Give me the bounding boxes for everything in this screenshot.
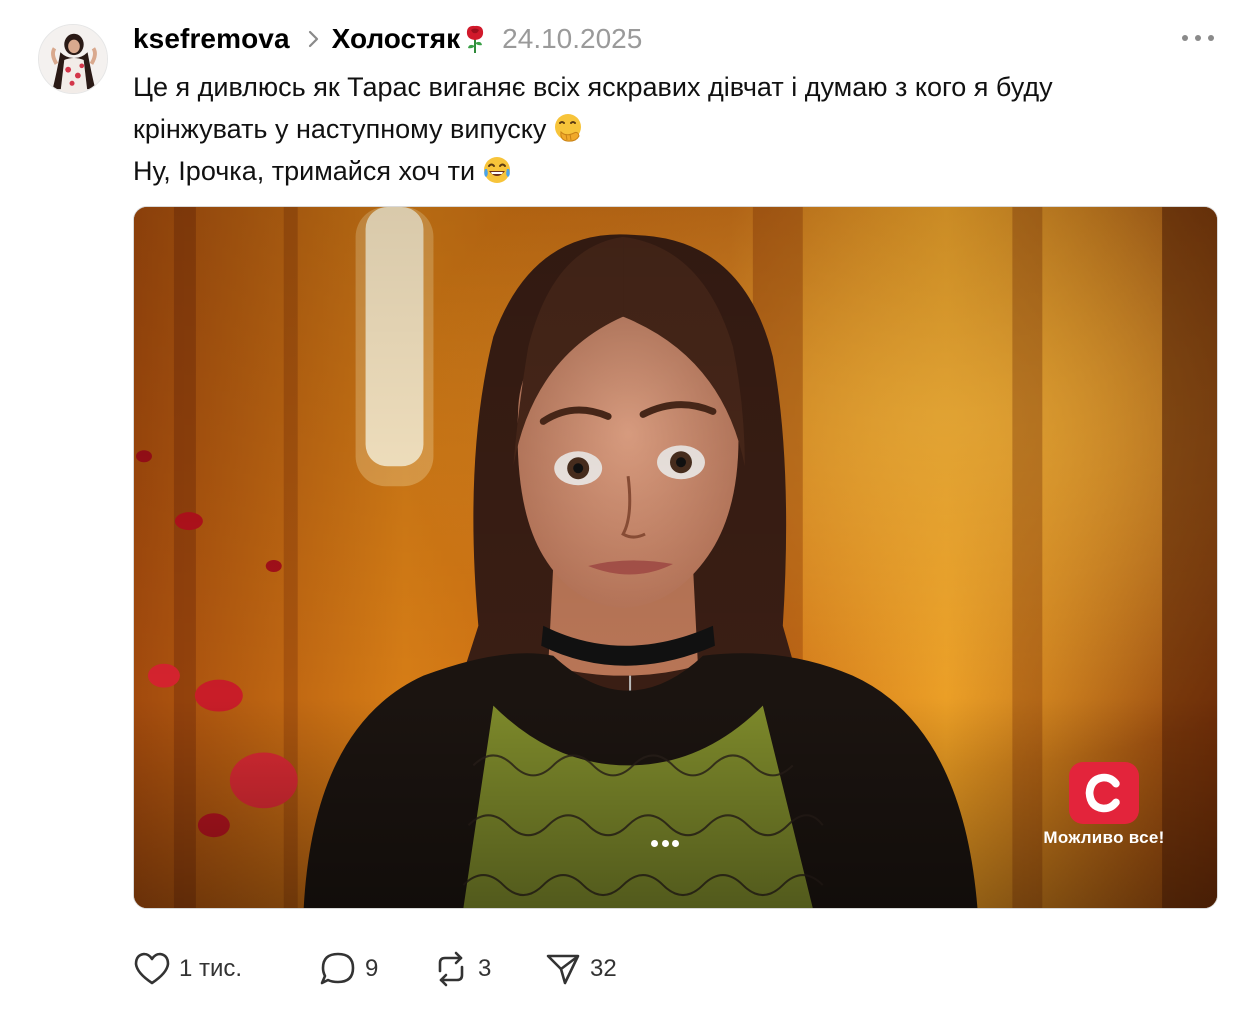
repost-icon — [438, 951, 464, 987]
rose-icon — [462, 24, 488, 54]
media-dot — [651, 839, 658, 847]
post-header: ksefremova Холостяк 24.10.2025 — [133, 20, 642, 58]
post-text-line-1: Це я дивлюсь як Тарас виганяє всіх яскра… — [133, 66, 1213, 108]
media-dot — [661, 839, 669, 847]
comment-icon — [320, 952, 355, 985]
post-actions: 1 тис. 9 3 32 — [133, 948, 617, 990]
send-icon — [546, 954, 580, 985]
share-count: 32 — [590, 955, 617, 982]
repost-button[interactable]: 3 — [432, 951, 544, 987]
watermark-slogan: Можливо все! — [1043, 828, 1165, 847]
text-line: Це я дивлюсь як Тарас виганяє всіх яскра… — [133, 72, 1053, 102]
comment-count: 9 — [365, 955, 379, 982]
chevron-right-icon — [308, 30, 320, 48]
author-username[interactable]: ksefremova — [133, 23, 290, 55]
post-text-line-3: Ну, Ірочка, тримайся хоч ти — [133, 150, 1213, 192]
more-dot — [1182, 35, 1188, 41]
like-button[interactable]: 1 тис. — [133, 951, 319, 987]
text-line: Ну, Ірочка, тримайся хоч ти — [133, 156, 476, 186]
more-dot — [1195, 35, 1201, 41]
more-options-button[interactable] — [1182, 30, 1214, 46]
post-media-video[interactable]: Можливо все! — [133, 206, 1218, 909]
tears-of-joy-icon — [481, 154, 513, 186]
share-button[interactable]: 32 — [544, 951, 617, 987]
like-count: 1 тис. — [179, 955, 243, 982]
thread-post: ksefremova Холостяк 24.10.2025 Це я дивл… — [0, 0, 1258, 1014]
post-text: Це я дивлюсь як Тарас виганяє всіх яскра… — [133, 66, 1213, 192]
more-dots-icon[interactable] — [651, 837, 679, 849]
face-with-hand-over-mouth-icon — [552, 112, 584, 144]
avatar[interactable] — [38, 24, 108, 94]
post-date: 24.10.2025 — [502, 23, 643, 54]
more-dot — [1208, 35, 1214, 41]
post-text-line-2: крінжувать у наступному випуску — [133, 108, 1213, 150]
heart-icon — [134, 952, 170, 985]
repost-count: 3 — [478, 955, 492, 982]
text-line: крінжувать у наступному випуску — [133, 114, 547, 144]
channel-watermark: Можливо все! — [1024, 762, 1184, 848]
topic-tag[interactable]: Холостяк — [332, 23, 461, 55]
avatar-image — [39, 25, 107, 93]
comment-button[interactable]: 9 — [319, 951, 432, 987]
stb-logo-icon — [1069, 762, 1139, 824]
media-dot — [672, 839, 679, 847]
